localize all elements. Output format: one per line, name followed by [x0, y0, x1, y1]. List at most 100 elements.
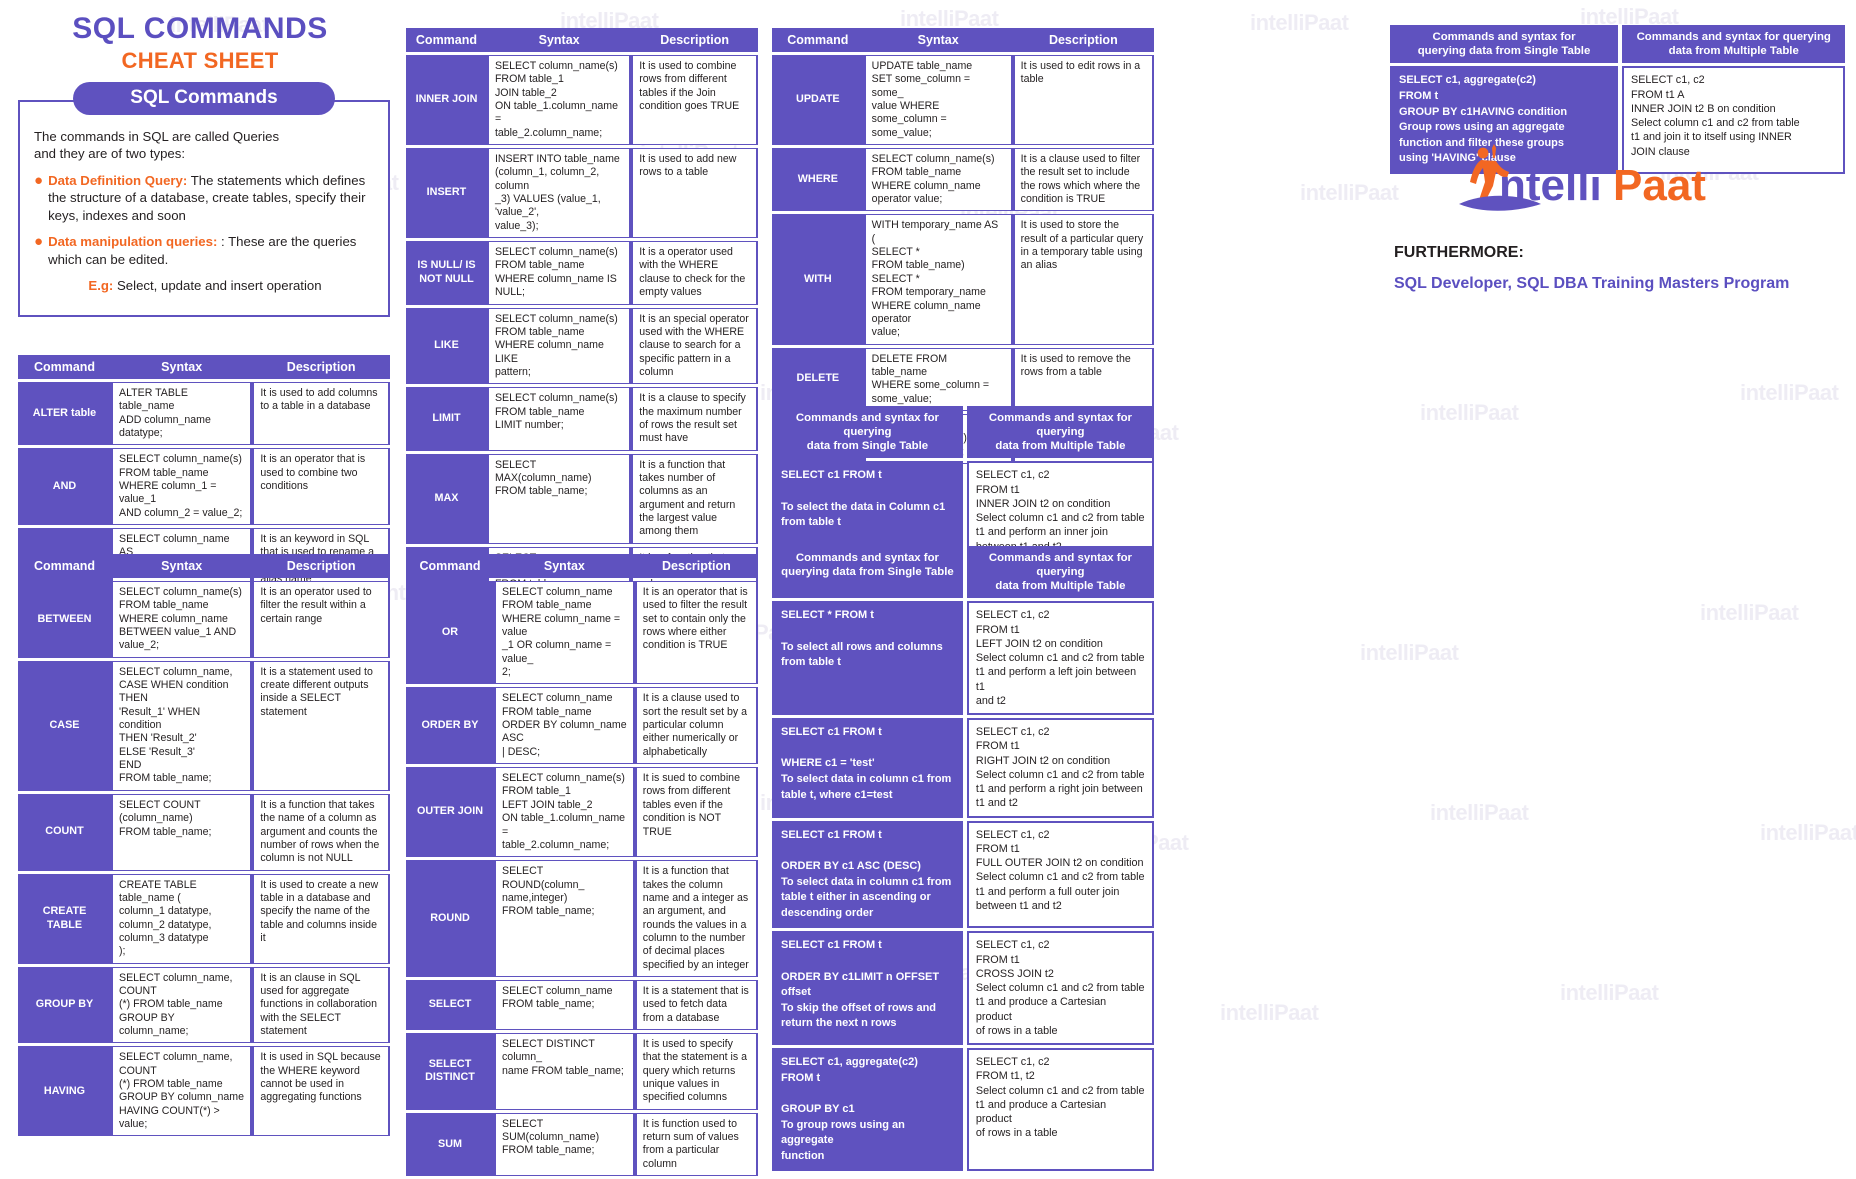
query-panel-single-vs-multiple-1: Commands and syntax for querying data fr… — [772, 406, 1154, 564]
cell-syntax: SELECT column_name FROM table_name ORDER… — [494, 687, 635, 765]
cell-description: It is used to edit rows in a table — [1012, 55, 1154, 146]
table-header-row: Command Syntax Description — [772, 28, 1154, 52]
cell-command: OR — [406, 581, 494, 685]
cell-description: It is used to add columns to a table in … — [252, 382, 390, 446]
cell-command: SELECT DISTINCT — [406, 1032, 494, 1110]
cell-command: WHERE — [772, 148, 864, 212]
table-row: MAX SELECT MAX(column_name) FROM table_na… — [406, 453, 758, 544]
column-header-syntax: Syntax — [111, 554, 253, 578]
cell-syntax: SELECT column_name(s) FROM table_name WH… — [486, 241, 632, 305]
query-multiple-table-snippet: SELECT c1, c2 FROM t1 LEFT JOIN t2 on co… — [966, 601, 1154, 716]
intro-lead: The commands in SQL are called Queries a… — [34, 128, 376, 163]
table-row: WITH WITH temporary_name AS ( SELECT * FR… — [772, 214, 1154, 345]
cell-command: OUTER JOIN — [406, 767, 494, 858]
table-row: LIKE SELECT column_name(s) FROM table_nam… — [406, 307, 758, 385]
table-row: ORDER BY SELECT column_name FROM table_na… — [406, 687, 758, 765]
intro-bullet-ddl-label: Data Definition Query: — [48, 172, 188, 188]
cell-command: LIKE — [406, 307, 487, 385]
cell-syntax: WITH temporary_name AS ( SELECT * FROM t… — [863, 214, 1013, 345]
cell-description: It is used to store the result of a part… — [1012, 214, 1154, 345]
intro-bullet-ddl: ● Data Definition Query: The statements … — [34, 172, 376, 224]
table-row: BETWEEN SELECT column_name(s) FROM table_… — [18, 581, 390, 658]
query-multiple-table-snippet: SELECT c1, c2 FROM t1, t2 Select column … — [966, 1048, 1154, 1172]
promo-link[interactable]: SQL Developer, SQL DBA Training Masters … — [1394, 275, 1789, 293]
cell-command: GROUP BY — [18, 966, 111, 1044]
table-row: INNER JOIN SELECT column_name(s) FROM tab… — [406, 55, 758, 146]
intro-bullet-dml: ● Data manipulation queries: : These are… — [34, 233, 376, 268]
cell-description: It is a operator used with the WHERE cla… — [631, 241, 758, 305]
query-panel-row: SELECT c1 FROM t ORDER BY c1LIMIT n OFFS… — [772, 931, 1154, 1046]
cell-description: It is a statement used to create differe… — [252, 660, 390, 791]
intro-lead-line1: The commands in SQL are called Queries — [34, 129, 280, 144]
table-header-row: Command Syntax Description — [406, 28, 758, 52]
intellipaat-logo: ntelli Paat — [1455, 142, 1755, 222]
cell-syntax: SELECT column_name, COUNT (*) FROM table… — [111, 1046, 253, 1137]
column-header-description: Description — [631, 28, 758, 52]
svg-text:Paat: Paat — [1613, 161, 1706, 210]
table-row: GROUP BY SELECT column_name, COUNT (*) FR… — [18, 966, 390, 1044]
cheat-table: Command Syntax Description BETWEEN SELECT co… — [18, 551, 390, 1139]
column-header-command: Command — [406, 554, 494, 578]
cell-syntax: SELECT column_name(s) FROM table_1 JOIN … — [486, 55, 632, 146]
table-row: INSERT INSERT INTO table_name (column_1, … — [406, 148, 758, 239]
cell-command: INNER JOIN — [406, 55, 487, 146]
query-panel-row: SELECT c1, aggregate(c2) FROM t GROUP BY… — [772, 1048, 1154, 1172]
cell-command: ROUND — [406, 860, 494, 977]
cell-description: It is sued to combine rows from differen… — [634, 767, 758, 858]
query-panel-header: Commands and syntax for querying data fr… — [1390, 25, 1846, 64]
cell-syntax: SELECT column_name(s) FROM table_name WH… — [486, 307, 632, 385]
header-single-table: Commands and syntax for querying data fr… — [772, 406, 963, 459]
cell-command: LIMIT — [406, 387, 487, 451]
cell-command: CASE — [18, 660, 111, 791]
table-innerjoin-to-min: Command Syntax Description INNER JOIN SELECT… — [406, 25, 758, 640]
header-single-table: Commands and syntax for querying data fr… — [772, 546, 963, 599]
column-header-command: Command — [406, 28, 487, 52]
cell-syntax: UPDATE table_name SET some_column = some… — [863, 55, 1013, 146]
table-row: HAVING SELECT column_name, COUNT (*) FROM… — [18, 1046, 390, 1137]
intro-pill-label: SQL Commands — [73, 82, 335, 115]
cell-syntax: SELECT COUNT (column_name) FROM table_na… — [111, 793, 253, 871]
table-header-row: Command Syntax Description — [406, 554, 758, 578]
furthermore-label: FURTHERMORE: — [1394, 244, 1524, 261]
table-row: SELECT DISTINCT SELECT DISTINCT column_ n… — [406, 1032, 758, 1110]
query-multiple-table-snippet: SELECT c1, c2 FROM t1 FULL OUTER JOIN t2… — [966, 820, 1154, 929]
table-row: DELETE DELETE FROM table_name WHERE some_… — [772, 347, 1154, 411]
cell-command: ORDER BY — [406, 687, 494, 765]
cheat-table: Command Syntax Description OR SELECT column_… — [406, 551, 758, 1179]
query-single-table-snippet: SELECT c1, aggregate(c2) FROM t GROUP BY… — [772, 1048, 963, 1172]
header-single-table: Commands and syntax for querying data fr… — [1390, 25, 1618, 64]
column-header-description: Description — [252, 355, 390, 379]
intro-box: SQL Commands The commands in SQL are cal… — [18, 82, 390, 318]
cell-command: BETWEEN — [18, 581, 111, 658]
column-header-description: Description — [1012, 28, 1154, 52]
intro-example-text: Select, update and insert operation — [113, 277, 322, 293]
cell-syntax: SELECT column_name, COUNT (*) FROM table… — [111, 966, 253, 1044]
column-header-syntax: Syntax — [111, 355, 253, 379]
intro-lead-line2: and they are of two types: — [34, 146, 186, 162]
cheatsheet-page: SQL COMMANDS CHEAT SHEET SQL Commands Th… — [0, 0, 1856, 1177]
header-multiple-table: Commands and syntax for querying data fr… — [1622, 25, 1846, 64]
intro-body: The commands in SQL are called Queries a… — [18, 100, 390, 318]
cheat-table: Command Syntax Description INNER JOIN SELECT… — [406, 25, 758, 640]
cell-description: It is used to remove the rows from a tab… — [1012, 347, 1154, 411]
table-row: ROUND SELECT ROUND(column_ name,integer) … — [406, 860, 758, 977]
cell-description: It is a clause to specify the maximum nu… — [631, 387, 758, 451]
column-header-command: Command — [18, 554, 111, 578]
table-row: COUNT SELECT COUNT (column_name) FROM tab… — [18, 793, 390, 871]
column-header-description: Description — [634, 554, 758, 578]
intro-example: E.g: Select, update and insert operation — [34, 277, 376, 294]
table-row: AND SELECT column_name(s) FROM table_name… — [18, 448, 390, 526]
table-row: CASE SELECT column_name, CASE WHEN condit… — [18, 660, 390, 791]
cell-description: It is an clause in SQL used for aggregat… — [252, 966, 390, 1044]
cell-syntax: SELECT column_name FROM table_name; — [494, 979, 635, 1030]
cell-command: DELETE — [772, 347, 864, 411]
table-header-row: Command Syntax Description — [18, 554, 390, 578]
table-row: SELECT SELECT column_name FROM table_name… — [406, 979, 758, 1030]
table-row: SUM SELECT SUM(column_name) FROM table_na… — [406, 1112, 758, 1177]
column-header-description: Description — [252, 554, 390, 578]
cell-syntax: SELECT column_name(s) FROM table_name LI… — [486, 387, 632, 451]
cell-description: It is a clause used to sort the result s… — [634, 687, 758, 765]
cell-command: MAX — [406, 453, 487, 544]
bullet-dot-icon: ● — [34, 233, 44, 251]
cell-syntax: SELECT column_name(s) FROM table_name WH… — [111, 581, 253, 658]
